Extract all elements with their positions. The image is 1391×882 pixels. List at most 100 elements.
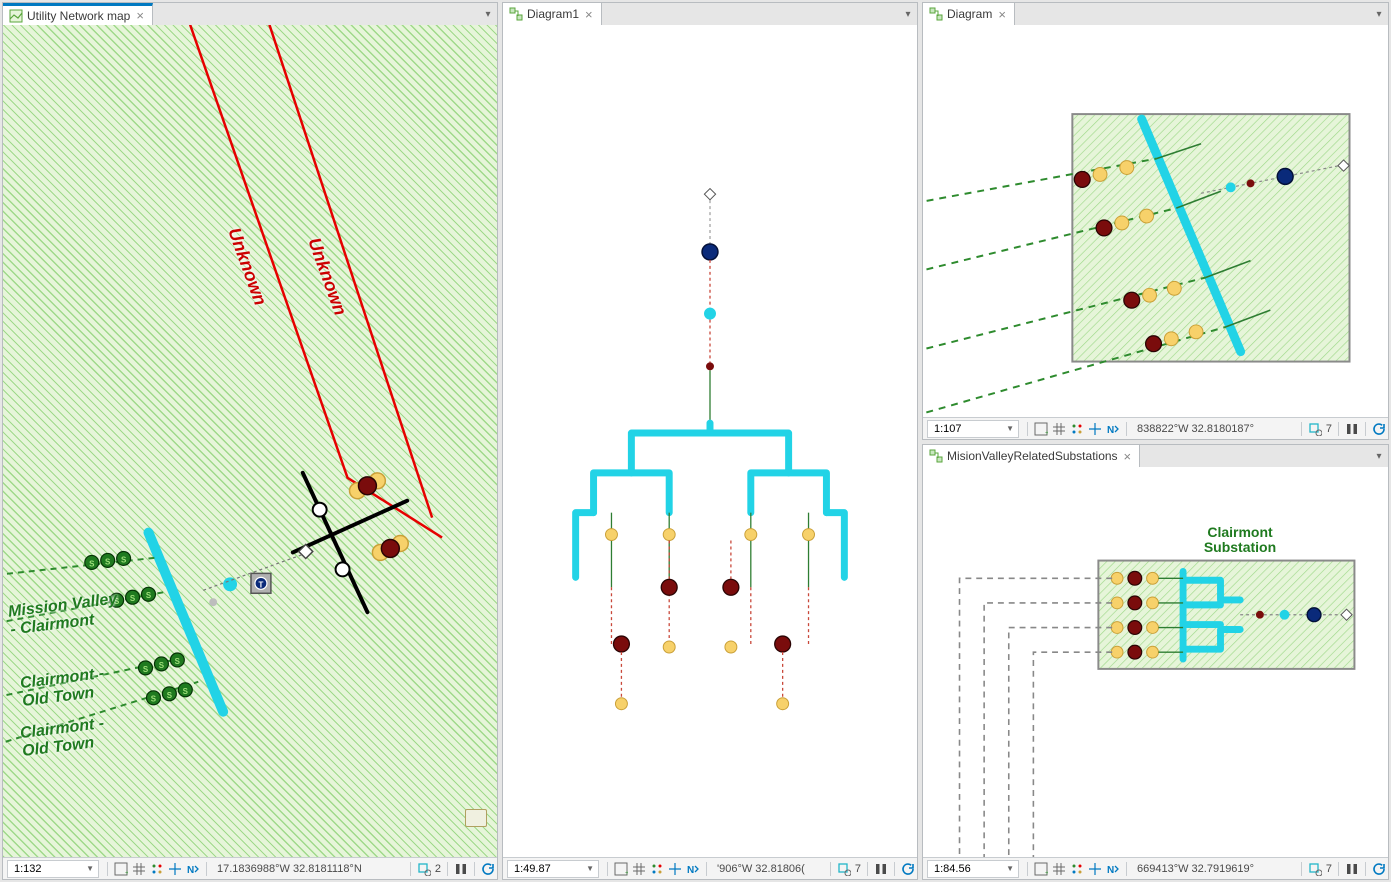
grid-icon[interactable] (630, 860, 648, 878)
inference-icon[interactable] (166, 860, 184, 878)
snapping-grid-icon[interactable]: + (612, 860, 630, 878)
scale-input[interactable]: ▼ (927, 420, 1019, 438)
chevron-down-icon[interactable]: ▼ (86, 864, 94, 873)
corrections-icon[interactable]: N (684, 860, 702, 878)
diagram-canvas (923, 25, 1388, 417)
selected-features-icon[interactable] (415, 860, 433, 878)
svg-text:S: S (89, 559, 94, 568)
pause-drawing-icon[interactable] (452, 860, 470, 878)
map-icon (9, 9, 23, 23)
scale-field[interactable] (932, 422, 992, 436)
grid-icon[interactable] (1050, 420, 1068, 438)
diagram-icon (929, 7, 943, 21)
grid-icon[interactable] (1050, 860, 1068, 878)
svg-text:N: N (1107, 865, 1114, 876)
selected-count: 7 (1324, 863, 1334, 875)
col-1: Utility Network map × ▾ (2, 2, 498, 880)
coordinates-readout: 17.1836988°W 32.8181118°N (211, 863, 368, 875)
tab-diagram1[interactable]: Diagram1 × (503, 3, 602, 25)
tabstrip-map: Utility Network map × ▾ (3, 3, 497, 25)
corrections-icon[interactable]: N (1104, 420, 1122, 438)
svg-text:S: S (183, 687, 188, 696)
chevron-down-icon[interactable]: ▼ (1006, 864, 1014, 873)
chevron-down-icon[interactable]: ▼ (1006, 424, 1014, 433)
svg-text:S: S (175, 657, 180, 666)
chevron-down-icon[interactable]: ▼ (586, 864, 594, 873)
snapping-grid-icon[interactable]: + (1032, 860, 1050, 878)
svg-text:+: + (1045, 430, 1048, 436)
statusbar-map: ▼ + N 17.1836988°W 32.8181118°N 2 (3, 857, 497, 879)
corrections-icon[interactable]: N (1104, 860, 1122, 878)
tab-overflow-button[interactable]: ▾ (479, 9, 497, 20)
constraints-icon[interactable] (648, 860, 666, 878)
coordinates-readout: 669413°W 32.7919619° (1131, 863, 1260, 875)
svg-text:S: S (121, 555, 126, 564)
close-icon[interactable]: × (996, 8, 1008, 21)
selected-count: 7 (1324, 423, 1334, 435)
scale-input[interactable]: ▼ (507, 860, 599, 878)
close-icon[interactable]: × (134, 9, 146, 22)
scale-input[interactable]: ▼ (7, 860, 99, 878)
refresh-icon[interactable] (479, 860, 497, 878)
constraints-icon[interactable] (148, 860, 166, 878)
selected-features-icon[interactable] (835, 860, 853, 878)
col-3: Diagram × ▾ (922, 2, 1389, 880)
inference-icon[interactable] (1086, 860, 1104, 878)
svg-text:S: S (146, 591, 151, 600)
col-2: Diagram1 × ▾ (502, 2, 918, 880)
inference-icon[interactable] (1086, 420, 1104, 438)
diagram-icon (929, 449, 943, 463)
tab-overflow-button[interactable]: ▾ (899, 9, 917, 20)
constraints-icon[interactable] (1068, 860, 1086, 878)
scale-field[interactable] (512, 862, 572, 876)
app-root: Utility Network map × ▾ (0, 0, 1391, 882)
svg-text:+: + (125, 870, 128, 876)
tab-diagram[interactable]: Diagram × (923, 3, 1015, 25)
tab-mision-valley[interactable]: MisionValleyRelatedSubstations × (923, 445, 1140, 467)
svg-text:N: N (187, 865, 194, 876)
diagram1-canvas (503, 25, 917, 857)
selected-features-icon[interactable] (1306, 860, 1324, 878)
snapping-grid-icon[interactable]: + (112, 860, 130, 878)
panel-diagram1: Diagram1 × ▾ (502, 2, 918, 880)
scale-field[interactable] (12, 862, 72, 876)
svg-text:+: + (625, 870, 628, 876)
diagram-icon (509, 7, 523, 21)
statusbar-diagram: ▼ + N 838822°W 32.8180187° 7 (923, 417, 1388, 439)
selected-count: 2 (433, 863, 443, 875)
mision-canvas (923, 467, 1388, 857)
tab-label: Diagram (947, 7, 992, 21)
corrections-icon[interactable]: N (184, 860, 202, 878)
pause-drawing-icon[interactable] (1343, 420, 1361, 438)
diagram1-view[interactable] (503, 25, 917, 857)
tab-overflow-button[interactable]: ▾ (1370, 451, 1388, 462)
popup-icon[interactable] (465, 809, 487, 827)
svg-text:N: N (1107, 425, 1114, 436)
pause-drawing-icon[interactable] (872, 860, 890, 878)
constraints-icon[interactable] (1068, 420, 1086, 438)
panel-mision-valley: MisionValleyRelatedSubstations × ▾ Clair… (922, 444, 1389, 880)
diagram-view[interactable] (923, 25, 1388, 417)
tab-overflow-button[interactable]: ▾ (1370, 9, 1388, 20)
close-icon[interactable]: × (583, 8, 595, 21)
refresh-icon[interactable] (899, 860, 917, 878)
close-icon[interactable]: × (1122, 450, 1134, 463)
scale-input[interactable]: ▼ (927, 860, 1019, 878)
tab-utility-network-map[interactable]: Utility Network map × (3, 3, 153, 25)
refresh-icon[interactable] (1370, 420, 1388, 438)
map-view[interactable]: T S (3, 25, 497, 857)
svg-text:S: S (167, 691, 172, 700)
scale-field[interactable] (932, 862, 992, 876)
svg-text:T: T (259, 580, 264, 589)
tab-label: Diagram1 (527, 7, 579, 21)
svg-text:S: S (105, 557, 110, 566)
refresh-icon[interactable] (1370, 860, 1388, 878)
inference-icon[interactable] (666, 860, 684, 878)
pause-drawing-icon[interactable] (1343, 860, 1361, 878)
selected-count: 7 (853, 863, 863, 875)
snapping-grid-icon[interactable]: + (1032, 420, 1050, 438)
selected-features-icon[interactable] (1306, 420, 1324, 438)
grid-icon[interactable] (130, 860, 148, 878)
mision-view[interactable]: Clairmont Substation (923, 467, 1388, 857)
tabstrip-diagram1: Diagram1 × ▾ (503, 3, 917, 25)
